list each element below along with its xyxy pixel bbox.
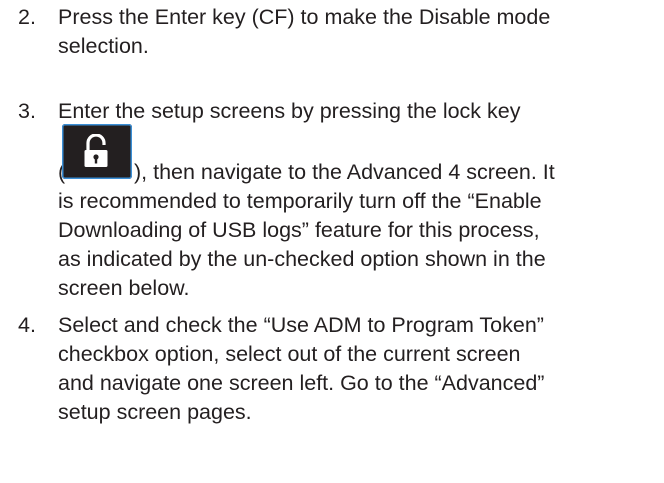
step-text: Select and check the “Use ADM to Program… (58, 311, 658, 427)
text-line: Select and check the “Use ADM to Program… (58, 313, 544, 337)
text-line: setup screen pages. (58, 400, 252, 424)
text-line: Enter the setup screens by pressing the … (58, 99, 521, 123)
step-number: 4. (18, 313, 36, 337)
step-text: Press the Enter key (CF) to make the Dis… (58, 3, 658, 61)
text-line: selection. (58, 34, 149, 58)
text-line: Downloading of USB logs” feature for thi… (58, 218, 540, 242)
document-page: 2. Press the Enter key (CF) to make the … (0, 0, 664, 483)
step-number: 3. (18, 99, 36, 123)
text-line: is recommended to temporarily turn off t… (58, 189, 542, 213)
step-text: Enter the setup screens by pressing the … (58, 97, 658, 303)
text-line: as indicated by the un-checked option sh… (58, 247, 546, 271)
lock-key-line: ( ), then navigate to the Advanced 4 scr… (58, 124, 658, 187)
text-line: ), then navigate to the Advanced 4 scree… (134, 160, 555, 184)
text-line: screen below. (58, 276, 190, 300)
step-number: 2. (18, 5, 36, 29)
text-line: Press the Enter key (CF) to make the Dis… (58, 5, 551, 29)
text-line: checkbox option, select out of the curre… (58, 342, 521, 366)
lock-key-icon (62, 124, 132, 179)
text-line: and navigate one screen left. Go to the … (58, 371, 545, 395)
